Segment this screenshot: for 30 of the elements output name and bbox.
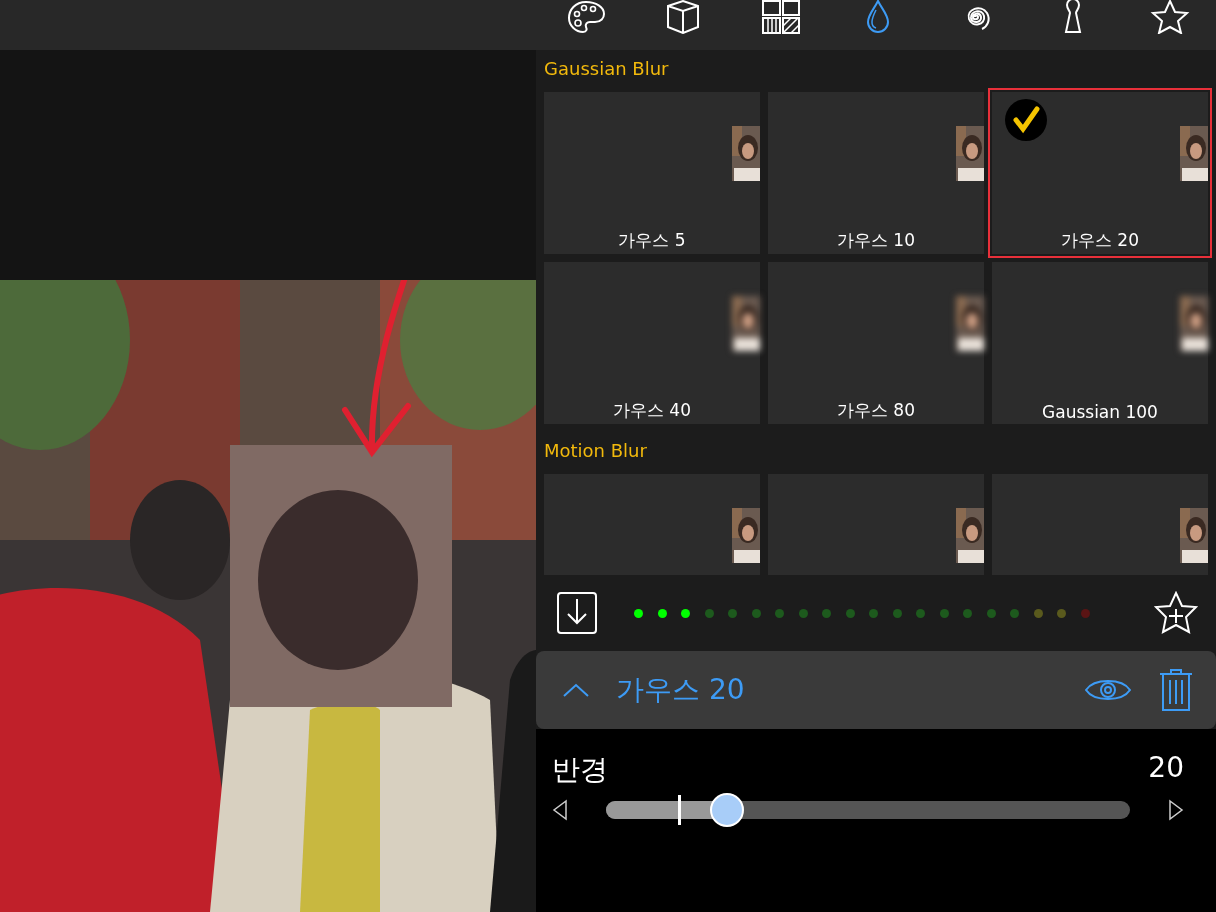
tile-label: 가우스 10 xyxy=(835,229,916,252)
trash-icon xyxy=(1158,668,1194,712)
effect-title: 가우스 20 xyxy=(616,672,745,708)
star-icon xyxy=(1149,0,1190,34)
radius-slider[interactable] xyxy=(606,793,1130,827)
tile-label: 가우스 80 xyxy=(835,399,916,422)
toolbar-button[interactable] xyxy=(566,0,606,36)
star-plus-icon xyxy=(1154,591,1198,635)
tile-label: 가우스 5 xyxy=(617,229,687,252)
slider-label: 반경 xyxy=(552,752,608,788)
toolbar-button[interactable] xyxy=(760,0,801,36)
tile-label: 가우스 20 xyxy=(1059,229,1140,252)
section-title: Motion Blur xyxy=(544,439,648,463)
preset-tile[interactable]: 가우스 10 xyxy=(768,92,984,254)
triangle-right-icon xyxy=(1168,799,1184,821)
slider-thumb[interactable] xyxy=(709,793,744,827)
preset-tile[interactable]: 가우스 5 xyxy=(544,92,760,254)
tile-label: 가우스 40 xyxy=(611,399,692,422)
grid-icon xyxy=(760,0,801,34)
section-title: Gaussian Blur xyxy=(544,57,670,81)
slider-value: 20 xyxy=(1148,751,1184,786)
triangle-left-icon xyxy=(552,799,568,821)
preset-tile[interactable]: 가우스 80 xyxy=(768,262,984,424)
download-icon xyxy=(556,591,598,635)
preset-tile[interactable]: Gaussian 100 xyxy=(992,262,1208,424)
toolbar-button[interactable] xyxy=(1149,0,1190,36)
preset-tile[interactable]: 가우스 40 xyxy=(544,262,760,424)
palette-icon xyxy=(566,0,606,34)
checkmark-icon xyxy=(1004,98,1048,142)
tile-label: Gaussian 100 xyxy=(1041,402,1159,422)
